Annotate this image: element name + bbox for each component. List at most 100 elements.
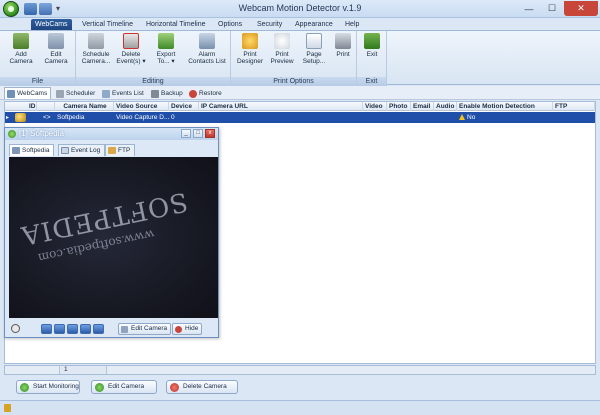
tab-webcams[interactable]: WebCams (31, 19, 72, 30)
add-camera-label: Add Camera (9, 51, 33, 65)
page-setup-button[interactable]: Page Setup... (298, 33, 330, 65)
bottom-edit-camera-button[interactable]: Edit Camera (91, 380, 157, 394)
camera-edit-label: Edit Camera (131, 325, 168, 332)
settings-icon[interactable] (93, 324, 104, 334)
col-ip-camera-url[interactable]: IP Camera URL (199, 102, 363, 111)
col-id[interactable]: ID (27, 102, 37, 111)
table-row[interactable]: ▸ <> Softpedia Video Capture D... 0 No (5, 112, 595, 123)
tab-horizontal-timeline[interactable]: Horizontal Timeline (142, 19, 210, 30)
subtab-webcams-label: WebCams (17, 90, 48, 97)
start-monitoring-button[interactable]: Start Monitoring (16, 380, 80, 394)
tab-softpedia[interactable]: Softpedia (9, 144, 55, 156)
tab-event-log[interactable]: Event Log (58, 144, 106, 156)
play-icon[interactable] (41, 324, 52, 334)
alarm-contacts-button[interactable]: Alarm Contacts List (186, 33, 228, 65)
camera-hide-label: Hide (185, 325, 199, 332)
delete-camera-button[interactable]: Delete Camera (166, 380, 238, 394)
delete-events-label: Delete Event(s) ▾ (116, 51, 146, 65)
edit-camera-button[interactable]: Edit Camera (40, 33, 72, 65)
tab-vertical-timeline[interactable]: Vertical Timeline (78, 19, 137, 30)
group-label-editing: Editing (76, 77, 230, 86)
camera-window[interactable]: [1] Softpedia _ □ x Softpedia Event Log … (4, 127, 219, 338)
subtab-backup-label: Backup (161, 90, 183, 97)
maximize-button[interactable]: ☐ (541, 1, 563, 16)
exit-button[interactable]: Exit (361, 33, 383, 58)
delete-events-button[interactable]: Delete Event(s) ▾ (115, 33, 147, 65)
subtab-events-list[interactable]: Events List (99, 87, 148, 99)
ribbon-group-editing: Schedule Camera... Delete Event(s) ▾ Exp… (76, 31, 231, 86)
add-camera-icon (13, 33, 29, 49)
close-button[interactable]: ✕ (564, 1, 598, 16)
page-setup-label: Page Setup... (302, 51, 326, 65)
gear-icon (242, 33, 258, 49)
minimize-button[interactable]: — (518, 1, 540, 16)
cell-device[interactable]: 0 (169, 112, 199, 123)
status-bar (0, 400, 600, 415)
scheduler-icon (56, 90, 64, 98)
print-button[interactable]: Print (332, 33, 354, 58)
tab-appearance[interactable]: Appearance (291, 19, 337, 30)
bottom-bar: Start Monitoring Edit Camera Delete Came… (0, 378, 600, 398)
tab-ftp[interactable]: FTP (105, 144, 136, 156)
cell-enable-motion-detection[interactable]: No (457, 112, 553, 123)
print-preview-label: Print Preview (270, 51, 294, 65)
col-camera-name[interactable]: Camera Name (55, 102, 114, 111)
ribbon-tabs: WebCams Vertical Timeline Horizontal Tim… (0, 18, 600, 30)
col-enable-motion-detection[interactable]: Enable Motion Detection (457, 102, 553, 111)
subtab-events-list-label: Events List (112, 90, 144, 97)
events-list-icon (102, 90, 110, 98)
schedule-camera-button[interactable]: Schedule Camera... (79, 33, 113, 65)
col-photo[interactable]: Photo (387, 102, 411, 111)
subtab-backup[interactable]: Backup (148, 87, 187, 99)
col-ftp[interactable]: FTP (553, 102, 595, 111)
snapshot-icon[interactable] (80, 324, 91, 334)
subtab-webcams[interactable]: WebCams (4, 87, 52, 99)
warning-icon (459, 114, 465, 120)
video-preview: www.softpedia.com SOFTPEDIA (9, 157, 218, 318)
camera-window-icon (8, 130, 16, 138)
export-to-button[interactable]: Export To... ▾ (150, 33, 182, 65)
print-preview-button[interactable]: Print Preview (268, 33, 296, 65)
camera-window-minimize-button[interactable]: _ (181, 129, 191, 138)
start-monitoring-label: Start Monitoring (33, 383, 79, 390)
camera-window-close-button[interactable]: x (205, 129, 215, 138)
tab-ftp-label: FTP (118, 147, 131, 154)
camera-edit-button[interactable]: Edit Camera (118, 323, 172, 335)
alarm-contacts-icon (199, 33, 215, 49)
group-label-print-options: Print Options (231, 77, 356, 86)
print-label: Print (336, 51, 350, 58)
pause-icon[interactable] (67, 324, 78, 334)
camera-hide-button[interactable]: Hide (172, 323, 203, 335)
subtab-scheduler[interactable]: Scheduler (53, 87, 99, 99)
camera-window-title: [1] Softpedia (19, 129, 64, 138)
bottom-edit-camera-label: Edit Camera (108, 383, 145, 390)
bulb-icon (274, 33, 290, 49)
lock-icon (4, 404, 11, 412)
backup-icon (151, 90, 159, 98)
add-camera-button[interactable]: Add Camera (5, 33, 37, 65)
col-email[interactable]: Email (411, 102, 434, 111)
tab-options[interactable]: Options (214, 19, 246, 30)
col-device[interactable]: Device (169, 102, 199, 111)
stop-icon[interactable] (54, 324, 65, 334)
camera-window-titlebar[interactable]: [1] Softpedia _ □ x (5, 128, 218, 140)
cell-id[interactable]: <> (41, 112, 55, 123)
delete-camera-icon (170, 383, 179, 392)
subtab-restore[interactable]: Restore (186, 87, 226, 99)
tab-event-log-label: Event Log (71, 147, 101, 154)
tab-help[interactable]: Help (341, 19, 363, 30)
row-count: 1 (59, 366, 107, 374)
window-title: Webcam Motion Detector v.1.9 (238, 3, 362, 13)
tab-security[interactable]: Security (253, 19, 286, 30)
print-designer-button[interactable]: Print Designer (234, 33, 266, 65)
col-video[interactable]: Video (363, 102, 387, 111)
subtab-scheduler-label: Scheduler (66, 90, 96, 97)
group-label-exit: Exit (357, 77, 386, 86)
col-video-source[interactable]: Video Source (114, 102, 169, 111)
camera-window-maximize-button[interactable]: □ (193, 129, 203, 138)
col-audio[interactable]: Audio (434, 102, 457, 111)
edit-camera-icon (48, 33, 64, 49)
group-label-file: File (0, 77, 75, 86)
cell-camera-name[interactable]: Softpedia (55, 112, 114, 123)
cell-video-source[interactable]: Video Capture D... (114, 112, 169, 123)
